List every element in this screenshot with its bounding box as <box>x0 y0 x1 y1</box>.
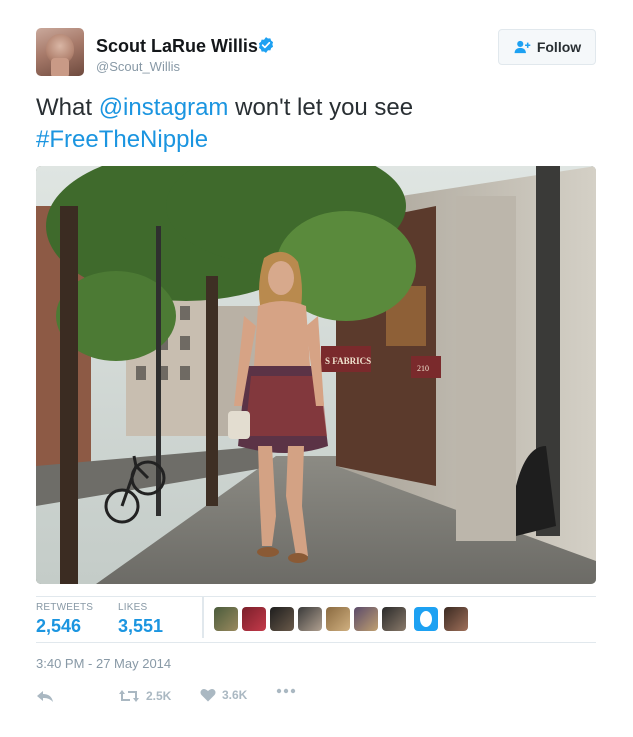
display-name[interactable]: Scout LaRue Willis <box>96 36 258 57</box>
retweet-icon <box>119 690 139 702</box>
liker-avatar[interactable] <box>214 607 238 631</box>
more-dots-icon <box>276 688 296 694</box>
mention-link[interactable]: @instagram <box>99 94 229 121</box>
likes-label: LIKES <box>118 602 148 613</box>
stats-divider-bottom <box>36 642 596 643</box>
liker-avatar[interactable] <box>382 607 406 631</box>
storefront-number: 210 <box>417 364 429 373</box>
street-scene-image: S FABRICS 210 <box>36 166 596 584</box>
likers-separator <box>202 596 204 638</box>
likes-count[interactable]: 3,551 <box>118 616 163 637</box>
like-button[interactable]: 3.6K <box>200 688 247 702</box>
liker-avatar[interactable] <box>326 607 350 631</box>
liker-avatar[interactable] <box>354 607 378 631</box>
follow-button-label: Follow <box>536 39 582 55</box>
reply-icon <box>37 691 53 702</box>
storefront-sign: S FABRICS <box>325 356 371 366</box>
liker-avatar[interactable] <box>270 607 294 631</box>
avatar-neck <box>51 58 69 76</box>
retweet-count: 2.5K <box>146 689 172 703</box>
user-handle[interactable]: @Scout_Willis <box>96 59 180 74</box>
more-options-button[interactable] <box>276 688 296 694</box>
liker-avatar[interactable] <box>242 607 266 631</box>
tweet-text-prefix: What <box>36 94 99 121</box>
retweets-count[interactable]: 2,546 <box>36 616 81 637</box>
add-user-icon <box>514 40 531 54</box>
avatar[interactable] <box>36 28 84 76</box>
tweet-text: What @instagram won't let you see #FreeT… <box>36 92 596 156</box>
verified-badge-icon <box>258 37 274 53</box>
retweets-label: RETWEETS <box>36 602 94 613</box>
like-count: 3.6K <box>222 688 248 702</box>
stats-divider-top <box>36 596 596 597</box>
liker-avatar[interactable] <box>414 607 438 631</box>
retweet-button[interactable]: 2.5K <box>118 688 171 704</box>
liker-avatar[interactable] <box>298 607 322 631</box>
heart-icon <box>200 688 216 702</box>
egg-avatar-icon <box>420 611 432 627</box>
follow-button[interactable]: Follow <box>498 29 596 65</box>
hashtag-link[interactable]: #FreeTheNipple <box>36 126 208 153</box>
liker-avatar[interactable] <box>444 607 468 631</box>
tweet-card: Scout LaRue Willis @Scout_Willis Follow … <box>0 0 633 737</box>
reply-button[interactable] <box>36 688 54 704</box>
tweet-text-middle: won't let you see <box>228 94 414 121</box>
tweet-photo[interactable]: S FABRICS 210 <box>36 166 596 584</box>
tweet-timestamp[interactable]: 3:40 PM - 27 May 2014 <box>36 656 171 671</box>
